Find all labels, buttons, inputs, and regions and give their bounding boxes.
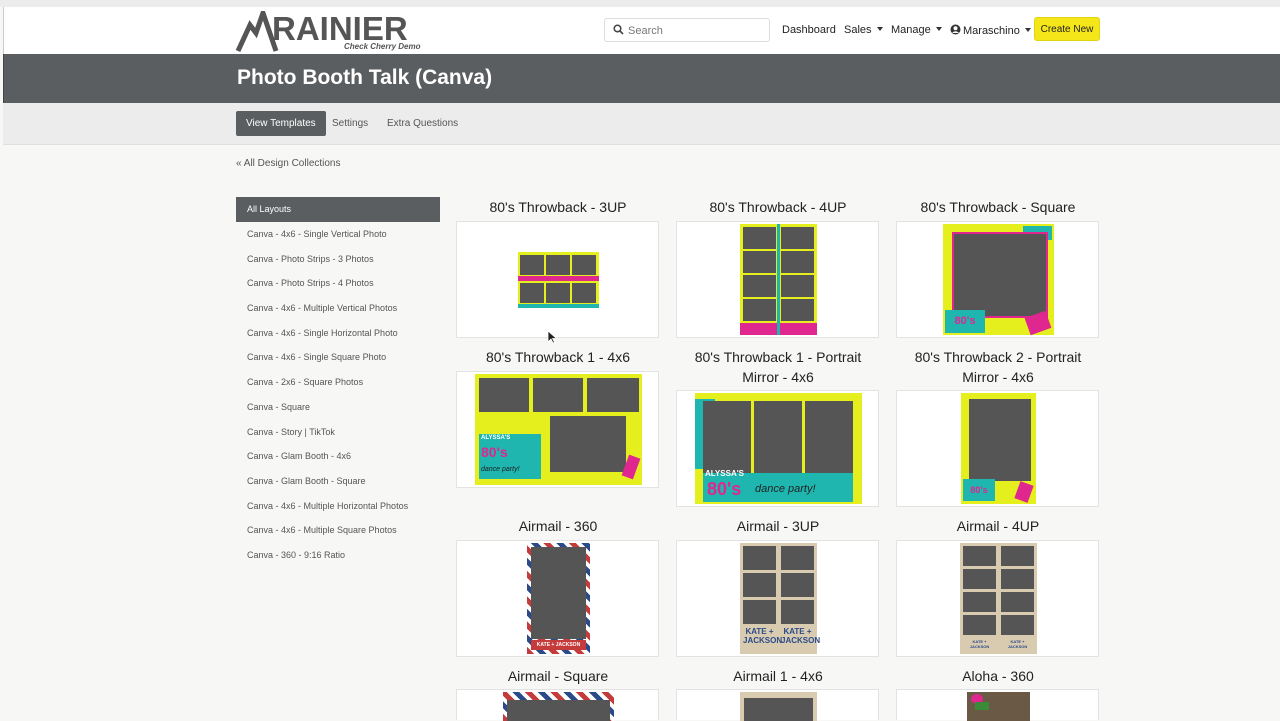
template-title[interactable]: 80's Throwback - 3UP (456, 197, 660, 217)
template-thumbnail: ALYSSA'S 80's dance party! (475, 374, 642, 485)
template-thumbnail: KATE + JACKSON KATE + JACKSON (740, 543, 820, 654)
mouse-cursor-icon (548, 331, 557, 344)
template-card-airmail-1-4x6[interactable] (676, 689, 879, 721)
nav-user-dropdown[interactable]: Maraschino (950, 24, 1031, 37)
template-card-80s-throwback-3up[interactable] (456, 221, 659, 338)
all-design-collections-link[interactable]: « All Design Collections (236, 158, 341, 169)
page-title: Photo Booth Talk (Canva) (237, 66, 493, 89)
sidebar-item[interactable]: Canva - 4x6 - Single Vertical Photo (236, 222, 440, 247)
template-title[interactable]: Airmail - 3UP (676, 516, 880, 536)
sidebar-item[interactable]: Canva - 4x6 - Multiple Vertical Photos (236, 296, 440, 321)
brand-logo[interactable]: RAINIER Check Cherry Demo (236, 10, 426, 53)
template-title[interactable]: Airmail - 360 (456, 516, 660, 536)
chevron-down-icon (876, 27, 883, 31)
template-title[interactable]: 80's Throwback - 4UP (676, 197, 880, 217)
sidebar-item[interactable]: Canva - 360 - 9:16 Ratio (236, 543, 440, 568)
nav-sales-dropdown[interactable]: Sales (844, 24, 883, 36)
template-card-airmail-3up[interactable]: KATE + JACKSON KATE + JACKSON (676, 540, 879, 657)
sidebar-item[interactable]: Canva - Glam Booth - Square (236, 469, 440, 494)
nav-manage-dropdown[interactable]: Manage (891, 24, 942, 36)
template-title[interactable]: Airmail - 4UP (896, 516, 1100, 536)
sidebar-item[interactable]: Canva - Square (236, 395, 440, 420)
template-card-80s-throwback-2-portrait-mirror[interactable]: 80's (896, 390, 1099, 507)
template-title[interactable]: 80's Throwback 2 - Portrait Mirror - 4x6 (896, 347, 1100, 387)
template-card-80s-throwback-1-4x6[interactable]: ALYSSA'S 80's dance party! (456, 371, 659, 488)
sidebar-item[interactable]: Canva - Photo Strips - 4 Photos (236, 271, 440, 296)
page-title-bar: Photo Booth Talk (Canva) (3, 54, 1280, 103)
template-thumbnail (740, 692, 817, 721)
user-circle-icon (950, 24, 961, 35)
template-title[interactable]: 80's Throwback 1 - 4x6 (456, 347, 660, 367)
chevron-down-icon (1024, 28, 1031, 32)
create-new-button[interactable]: Create New (1034, 17, 1100, 41)
template-thumbnail: 80's (961, 393, 1036, 504)
template-title[interactable]: Airmail 1 - 4x6 (676, 666, 880, 686)
template-card-80s-throwback-square[interactable]: 80's (896, 221, 1099, 338)
sidebar-item[interactable]: Canva - Photo Strips - 3 Photos (236, 247, 440, 272)
template-card-airmail-360[interactable]: KATE + JACKSON (456, 540, 659, 657)
nav-dashboard[interactable]: Dashboard (782, 24, 836, 36)
tab-settings[interactable]: Settings (322, 111, 378, 136)
template-thumbnail: 80's (943, 224, 1054, 336)
sidebar-item[interactable]: Canva - Glam Booth - 4x6 (236, 444, 440, 469)
sidebar-item[interactable]: Canva - 4x6 - Single Horizontal Photo (236, 321, 440, 346)
template-title[interactable]: Airmail - Square (456, 666, 660, 686)
template-thumbnail (967, 692, 1030, 721)
template-card-airmail-4up[interactable]: KATE + JACKSON KATE + JACKSON (896, 540, 1099, 657)
template-thumbnail (503, 692, 614, 721)
template-card-80s-throwback-4up[interactable] (676, 221, 879, 338)
sidebar-item[interactable]: Canva - 4x6 - Single Square Photo (236, 345, 440, 370)
template-thumbnail: KATE + JACKSON (527, 543, 590, 654)
sidebar-item[interactable]: Canva - 2x6 - Square Photos (236, 370, 440, 395)
tab-bar: View Templates Settings Extra Questions (3, 103, 1280, 145)
template-thumbnail (518, 252, 599, 308)
template-thumbnail (740, 224, 817, 335)
template-title[interactable]: Aloha - 360 (896, 666, 1100, 686)
search-icon (613, 24, 624, 35)
template-card-aloha-360[interactable] (896, 689, 1099, 721)
chevron-down-icon (935, 27, 942, 31)
template-title[interactable]: 80's Throwback 1 - Portrait Mirror - 4x6 (676, 347, 880, 387)
sidebar-item-all-layouts[interactable]: All Layouts (236, 197, 440, 222)
browser-top-strip (0, 0, 1280, 7)
brand-subtitle: Check Cherry Demo (344, 42, 421, 51)
layout-sidebar: All Layouts Canva - 4x6 - Single Vertica… (236, 197, 440, 568)
sidebar-item[interactable]: Canva - 4x6 - Multiple Horizontal Photos (236, 494, 440, 519)
sidebar-item[interactable]: Canva - 4x6 - Multiple Square Photos (236, 518, 440, 543)
template-card-airmail-square[interactable] (456, 689, 659, 721)
search-box[interactable] (604, 18, 770, 42)
sidebar-item[interactable]: Canva - Story | TikTok (236, 420, 440, 445)
template-card-80s-throwback-1-portrait-mirror[interactable]: ALYSSA'S 80's dance party! (676, 390, 879, 507)
search-input[interactable] (626, 21, 770, 41)
template-thumbnail: KATE + JACKSON KATE + JACKSON (960, 543, 1037, 654)
tab-view-templates[interactable]: View Templates (236, 111, 326, 136)
template-title[interactable]: 80's Throwback - Square (896, 197, 1100, 217)
template-thumbnail: ALYSSA'S 80's dance party! (695, 393, 862, 504)
tab-extra-questions[interactable]: Extra Questions (377, 111, 468, 136)
